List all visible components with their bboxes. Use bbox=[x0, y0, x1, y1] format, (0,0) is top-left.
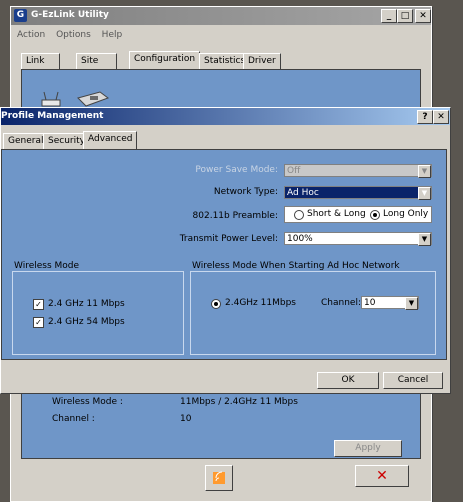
chevron-down-icon: ▼ bbox=[418, 187, 431, 200]
tab-configuration[interactable]: Configuration bbox=[129, 51, 201, 69]
menu-action[interactable]: Action bbox=[17, 30, 45, 40]
wireless-mode-group: ✓ 2.4 GHz 11 Mbps ✓ 2.4 GHz 54 Mbps bbox=[12, 271, 184, 355]
network-type-value: Ad Hoc bbox=[287, 188, 319, 198]
exit-button[interactable]: ✕ bbox=[355, 465, 409, 487]
network-type-select[interactable]: Ad Hoc ▼ bbox=[284, 186, 432, 200]
wireless-mode-11-checkbox[interactable]: ✓ bbox=[33, 299, 44, 310]
help-button[interactable]: ? bbox=[417, 110, 433, 124]
channel-label: Channel: bbox=[321, 298, 361, 308]
tab-driver-info[interactable]: Driver Info bbox=[243, 53, 281, 79]
long-only-label: Long Only bbox=[383, 209, 429, 219]
cancel-button[interactable]: Cancel bbox=[383, 372, 443, 389]
site-survey-icon-button[interactable] bbox=[205, 465, 233, 491]
tab-general[interactable]: General bbox=[3, 133, 49, 149]
adhoc-24ghz-label: 2.4GHz 11Mbps bbox=[225, 298, 296, 308]
chevron-down-icon: ▼ bbox=[405, 297, 418, 310]
power-save-label: Power Save Mode: bbox=[195, 165, 278, 175]
info-value: 10 bbox=[180, 414, 192, 424]
ok-button[interactable]: OK bbox=[317, 372, 379, 389]
router-icon bbox=[40, 90, 61, 107]
adhoc-mode-group: 2.4GHz 11Mbps Channel: 10 ▼ bbox=[190, 271, 436, 355]
wireless-mode-title: Wireless Mode bbox=[14, 261, 80, 271]
preamble-label: 802.11b Preamble: bbox=[192, 211, 278, 221]
close-x-icon: ✕ bbox=[376, 468, 388, 484]
wireless-mode-54-label: 2.4 GHz 54 Mbps bbox=[48, 317, 125, 327]
chevron-down-icon: ▼ bbox=[418, 165, 431, 178]
menu-options[interactable]: Options bbox=[56, 30, 91, 40]
chevron-down-icon: ▼ bbox=[418, 233, 431, 246]
adhoc-24ghz-radio[interactable] bbox=[211, 299, 221, 309]
info-label: Channel : bbox=[52, 414, 95, 424]
app-logo-icon: G bbox=[14, 9, 27, 22]
menu-help[interactable]: Help bbox=[102, 30, 123, 40]
short-long-label: Short & Long bbox=[307, 209, 366, 219]
minimize-button[interactable]: _ bbox=[381, 9, 397, 23]
background-window-title: G-EzLink Utility bbox=[31, 10, 109, 20]
adhoc-mode-title: Wireless Mode When Starting Ad Hoc Netwo… bbox=[192, 261, 400, 271]
maximize-button[interactable]: □ bbox=[397, 9, 413, 23]
channel-value: 10 bbox=[364, 298, 376, 308]
power-save-value: Off bbox=[287, 166, 301, 176]
profile-management-dialog: Profile Management ? ✕ General Security … bbox=[0, 107, 451, 394]
network-type-label: Network Type: bbox=[213, 187, 278, 197]
tx-power-label: Transmit Power Level: bbox=[179, 234, 278, 244]
wireless-mode-54-checkbox[interactable]: ✓ bbox=[33, 317, 44, 328]
long-only-radio[interactable] bbox=[370, 210, 380, 220]
power-save-select[interactable]: Off ▼ bbox=[284, 164, 432, 178]
tab-advanced[interactable]: Advanced bbox=[83, 131, 138, 149]
preamble-radio-group: Short & Long Long Only bbox=[284, 206, 432, 223]
tx-power-select[interactable]: 100% ▼ bbox=[284, 232, 432, 246]
tx-power-value: 100% bbox=[287, 234, 313, 244]
dialog-close-button[interactable]: ✕ bbox=[433, 110, 449, 124]
dialog-title: Profile Management bbox=[1, 111, 104, 121]
apply-button[interactable]: Apply bbox=[334, 440, 402, 457]
background-title-bar[interactable]: G G-EzLink Utility _ □ ✕ bbox=[11, 7, 431, 25]
signal-icon bbox=[213, 471, 225, 484]
short-long-radio[interactable] bbox=[294, 210, 304, 220]
close-button[interactable]: ✕ bbox=[415, 9, 431, 23]
channel-select[interactable]: 10 ▼ bbox=[361, 296, 419, 310]
advanced-pane: Power Save Mode: Off ▼ Network Type: Ad … bbox=[1, 149, 447, 360]
tab-site-survey[interactable]: Site Survey bbox=[76, 53, 118, 79]
dialog-title-bar[interactable]: Profile Management ? ✕ bbox=[1, 108, 450, 125]
info-row: Wireless Mode : 11Mbps / 2.4GHz 11 Mbps bbox=[52, 397, 412, 407]
info-row: Channel : 10 bbox=[52, 414, 412, 424]
wireless-mode-11-label: 2.4 GHz 11 Mbps bbox=[48, 299, 125, 309]
tab-link-status[interactable]: Link Status bbox=[21, 53, 60, 79]
info-label: Wireless Mode : bbox=[52, 397, 123, 407]
info-value: 11Mbps / 2.4GHz 11 Mbps bbox=[180, 397, 298, 407]
menu-bar: Action Options Help bbox=[17, 30, 130, 40]
